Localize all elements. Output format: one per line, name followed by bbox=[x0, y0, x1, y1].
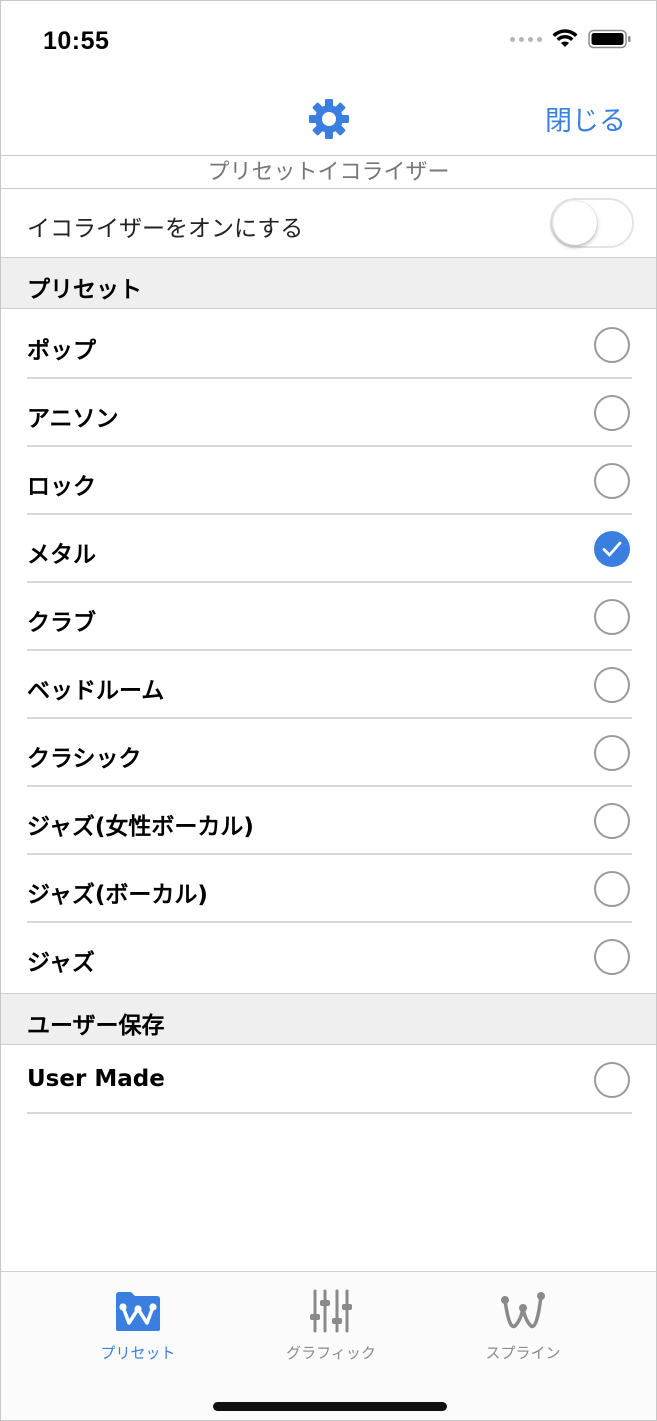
list-item-label: ロック bbox=[27, 474, 96, 500]
radio-button[interactable] bbox=[594, 735, 630, 771]
tab-label: プリセット bbox=[100, 1344, 176, 1362]
radio-button[interactable] bbox=[594, 395, 630, 431]
radio-button[interactable] bbox=[594, 327, 630, 363]
checkmark-icon bbox=[602, 541, 622, 557]
status-time: 10:55 bbox=[43, 27, 110, 55]
preset-item-metal[interactable]: メタル bbox=[1, 515, 656, 583]
equalizer-toggle-row: イコライザーをオンにする bbox=[1, 189, 656, 257]
radio-button[interactable] bbox=[594, 599, 630, 635]
user-preset-list: User Made bbox=[1, 1046, 656, 1114]
status-bar: 10:55 bbox=[1, 1, 656, 81]
section-header-presets: プリセット bbox=[1, 257, 656, 309]
preset-list: ポップ アニソン ロック メタル クラブ ベッドルーム クラシック ジャズ(女性… bbox=[1, 311, 656, 991]
navigation-bar: 閉じる bbox=[1, 81, 656, 155]
list-item-label: ジャズ(女性ボーカル) bbox=[27, 814, 254, 840]
radio-button-checked[interactable] bbox=[594, 531, 630, 567]
list-item-label: メタル bbox=[27, 542, 96, 568]
preset-item-pop[interactable]: ポップ bbox=[1, 311, 656, 379]
radio-button[interactable] bbox=[594, 803, 630, 839]
radio-button[interactable] bbox=[594, 667, 630, 703]
list-item-label: クラブ bbox=[27, 610, 96, 636]
cellular-signal-icon bbox=[510, 36, 542, 42]
preset-item-classic[interactable]: クラシック bbox=[1, 719, 656, 787]
radio-button[interactable] bbox=[594, 939, 630, 975]
list-item-label: ポップ bbox=[27, 338, 96, 364]
preset-item-rock[interactable]: ロック bbox=[1, 447, 656, 515]
tab-presets[interactable]: プリセット bbox=[68, 1286, 208, 1363]
tab-spline[interactable]: スプライン bbox=[453, 1286, 593, 1363]
spline-w-icon bbox=[501, 1292, 545, 1329]
preset-item-club[interactable]: クラブ bbox=[1, 583, 656, 651]
user-preset-item[interactable]: User Made bbox=[1, 1046, 656, 1114]
list-item-label: ベッドルーム bbox=[27, 678, 165, 704]
gear-icon[interactable] bbox=[307, 97, 351, 141]
divider bbox=[1, 155, 656, 156]
preset-item-jazz[interactable]: ジャズ bbox=[1, 923, 656, 991]
radio-button[interactable] bbox=[594, 463, 630, 499]
tab-bar: プリセット グラフィック スプライン bbox=[1, 1271, 656, 1420]
list-item-label: ジャズ bbox=[27, 950, 95, 976]
list-item-label: アニソン bbox=[27, 406, 119, 432]
equalizer-toggle-label: イコライザーをオンにする bbox=[27, 216, 304, 242]
section-header-label: プリセット bbox=[27, 277, 142, 303]
tab-label: グラフィック bbox=[286, 1344, 376, 1362]
status-icons bbox=[510, 29, 632, 49]
preset-item-anison[interactable]: アニソン bbox=[1, 379, 656, 447]
battery-icon bbox=[588, 29, 631, 49]
app-screen: 10:55 閉じる プリセットイコライザー イコライザーをオンにする プリセット… bbox=[0, 0, 657, 1421]
list-item-label: User Made bbox=[27, 1066, 165, 1092]
list-item-label: ジャズ(ボーカル) bbox=[27, 882, 208, 908]
wifi-icon bbox=[552, 29, 578, 47]
list-item-label: クラシック bbox=[27, 746, 142, 772]
toggle-knob bbox=[553, 201, 597, 245]
page-subtitle: プリセットイコライザー bbox=[207, 160, 450, 185]
radio-button[interactable] bbox=[594, 871, 630, 907]
close-button[interactable]: 閉じる bbox=[545, 99, 626, 138]
home-indicator[interactable] bbox=[213, 1402, 447, 1411]
preset-item-jazz-vocal[interactable]: ジャズ(ボーカル) bbox=[1, 855, 656, 923]
tab-label: スプライン bbox=[485, 1344, 561, 1362]
radio-button[interactable] bbox=[594, 1062, 630, 1098]
tab-graphic[interactable]: グラフィック bbox=[261, 1286, 401, 1363]
preset-item-jazz-female-vocal[interactable]: ジャズ(女性ボーカル) bbox=[1, 787, 656, 855]
section-header-user-saved: ユーザー保存 bbox=[1, 993, 656, 1045]
preset-w-icon bbox=[116, 1292, 160, 1331]
equalizer-toggle-switch[interactable] bbox=[550, 198, 634, 248]
sliders-icon bbox=[310, 1289, 352, 1333]
preset-item-bedroom[interactable]: ベッドルーム bbox=[1, 651, 656, 719]
section-header-label: ユーザー保存 bbox=[27, 1013, 165, 1039]
